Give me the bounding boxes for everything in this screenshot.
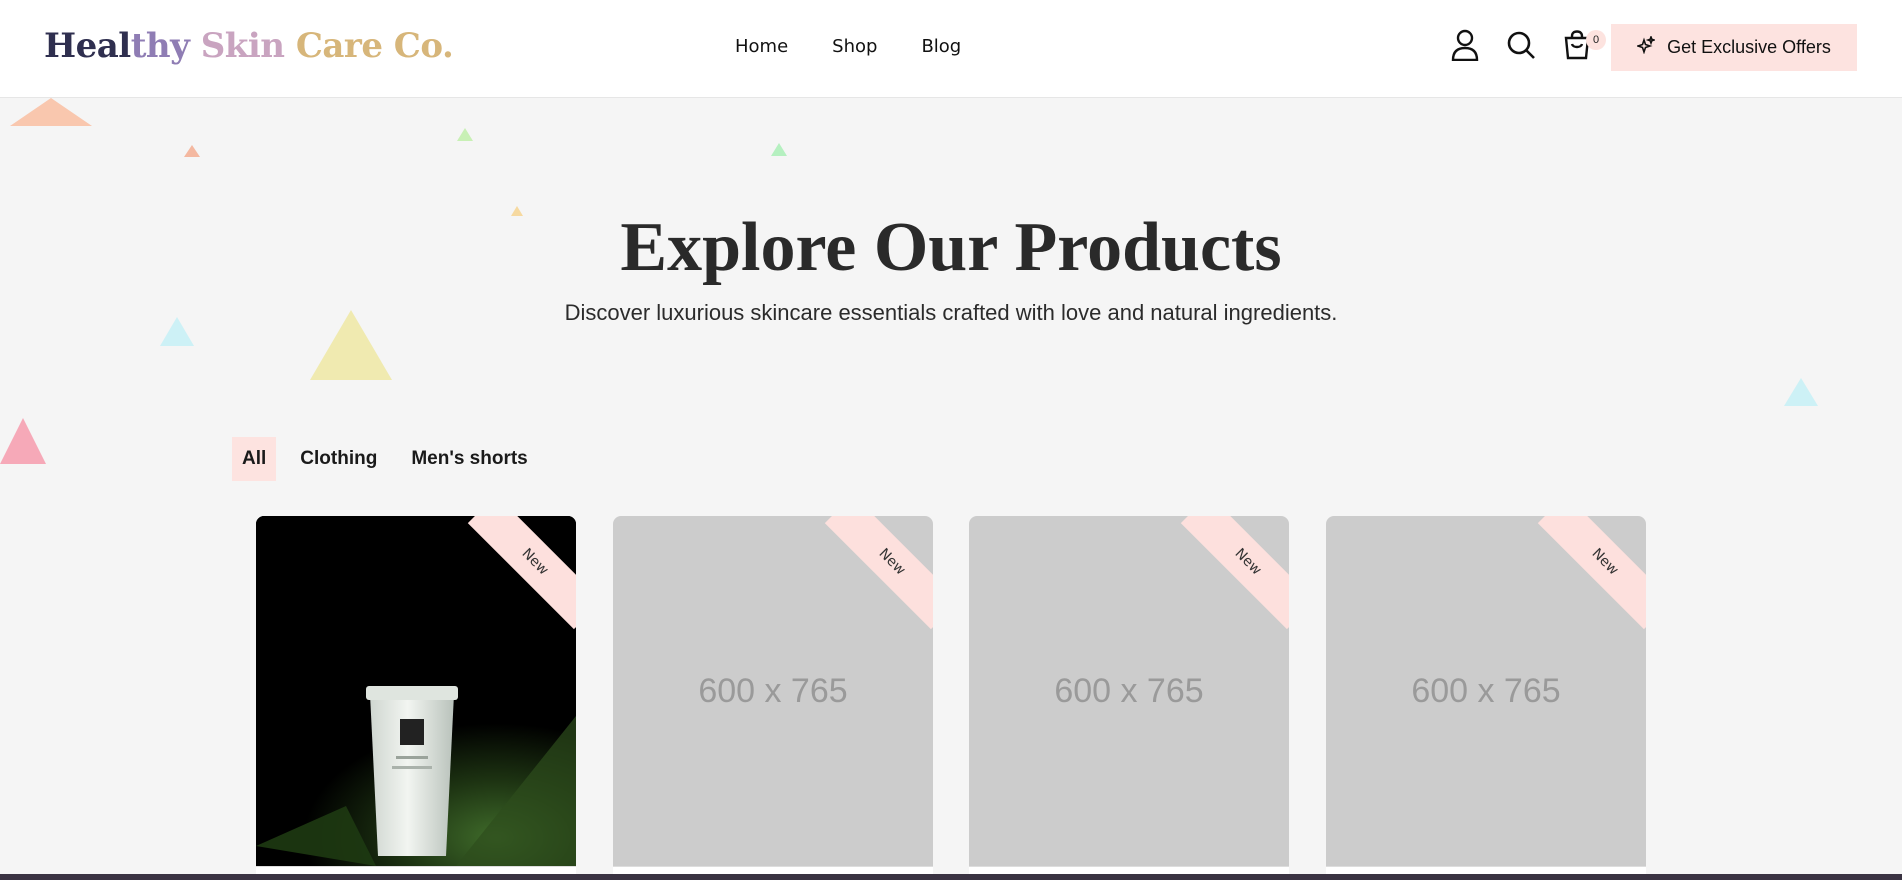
decor-triangle	[184, 145, 200, 157]
logo-part-4: Care Co.	[295, 26, 454, 66]
site-logo[interactable]: Healthy Skin Care Co.	[44, 26, 454, 66]
product-card[interactable]: 600 x 765 New	[969, 516, 1289, 880]
search-icon[interactable]	[1506, 28, 1536, 62]
site-header: Healthy Skin Care Co. Home Shop Blog 0 G…	[0, 0, 1902, 98]
sparkle-icon	[1635, 34, 1657, 59]
product-card[interactable]: 600 x 765 New	[1326, 516, 1646, 880]
filter-mens-shorts[interactable]: Men's shorts	[401, 437, 537, 481]
decor-triangle	[771, 143, 787, 156]
filter-clothing[interactable]: Clothing	[290, 437, 387, 481]
cart-icon[interactable]: 0	[1562, 28, 1606, 62]
logo-part-1: Heal	[44, 26, 131, 66]
nav-shop[interactable]: Shop	[832, 36, 877, 57]
product-card[interactable]: New	[256, 516, 576, 880]
logo-part-2: thy	[130, 26, 201, 66]
product-card[interactable]: 600 x 765 New	[613, 516, 933, 880]
nav-home[interactable]: Home	[735, 36, 788, 57]
header-icons: 0	[1450, 28, 1606, 62]
filter-all[interactable]: All	[232, 437, 277, 481]
get-exclusive-offers-button[interactable]: Get Exclusive Offers	[1611, 24, 1857, 71]
page-title: Explore Our Products	[620, 209, 1282, 286]
decor-triangle	[10, 98, 92, 126]
main-nav: Home Shop Blog	[735, 36, 961, 57]
cart-count-badge: 0	[1586, 30, 1606, 50]
taskbar-strip	[0, 874, 1902, 880]
offers-label: Get Exclusive Offers	[1667, 37, 1831, 57]
user-icon[interactable]	[1450, 28, 1480, 62]
decor-triangle	[0, 418, 46, 464]
decor-triangle	[1784, 378, 1818, 406]
nav-blog[interactable]: Blog	[921, 36, 961, 57]
decor-triangle	[457, 128, 473, 141]
page-subtitle: Discover luxurious skincare essentials c…	[564, 300, 1338, 325]
logo-part-3: Skin	[200, 26, 296, 66]
category-filters: All Clothing Men's shorts	[232, 437, 538, 481]
